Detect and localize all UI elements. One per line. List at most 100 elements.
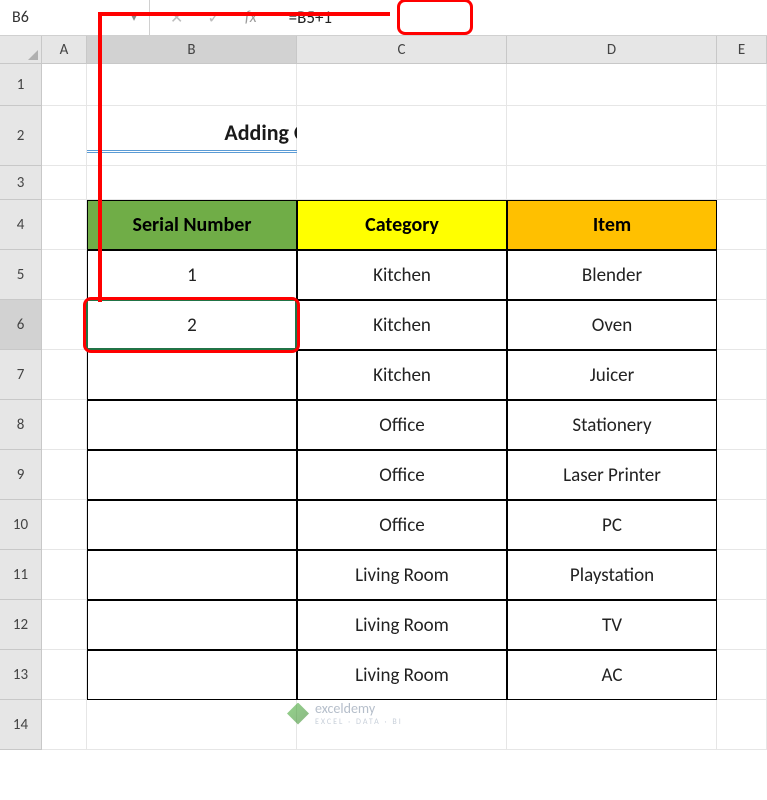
cell-A13[interactable] — [42, 650, 87, 700]
name-box[interactable]: B6 ▾ — [0, 0, 150, 35]
cell-B14[interactable] — [87, 700, 297, 750]
cell-A6[interactable] — [42, 300, 87, 350]
cell-E10[interactable] — [717, 500, 767, 550]
row-header-14[interactable]: 14 — [0, 700, 42, 750]
cell-B5[interactable]: 1 — [87, 250, 297, 300]
name-box-dropdown-icon[interactable]: ▾ — [131, 10, 137, 25]
cell-E7[interactable] — [717, 350, 767, 400]
cell-C3[interactable] — [297, 166, 507, 200]
formula-input[interactable]: =B5+1 — [277, 0, 767, 35]
cell-A2[interactable] — [42, 106, 87, 166]
select-all-triangle[interactable] — [0, 36, 42, 64]
watermark: exceldemy EXCEL · DATA · BI — [287, 700, 403, 727]
cell-A12[interactable] — [42, 600, 87, 650]
cell-A3[interactable] — [42, 166, 87, 200]
row-header-8[interactable]: 8 — [0, 400, 42, 450]
header-category[interactable]: Category — [297, 200, 507, 250]
cell-E12[interactable] — [717, 600, 767, 650]
cell-E13[interactable] — [717, 650, 767, 700]
row-header-3[interactable]: 3 — [0, 166, 42, 200]
cell-E8[interactable] — [717, 400, 767, 450]
row-header-1[interactable]: 1 — [0, 64, 42, 106]
cell-C1[interactable] — [297, 64, 507, 106]
cell-B8[interactable] — [87, 400, 297, 450]
cell-C8[interactable]: Office — [297, 400, 507, 450]
cell-D5[interactable]: Blender — [507, 250, 717, 300]
cell-D9[interactable]: Laser Printer — [507, 450, 717, 500]
cell-A14[interactable] — [42, 700, 87, 750]
cell-B7[interactable] — [87, 350, 297, 400]
cancel-icon[interactable]: ✕ — [170, 8, 183, 28]
cell-C5[interactable]: Kitchen — [297, 250, 507, 300]
cell-E1[interactable] — [717, 64, 767, 106]
row-header-4[interactable]: 4 — [0, 200, 42, 250]
row-header-7[interactable]: 7 — [0, 350, 42, 400]
column-header-d[interactable]: D — [507, 36, 717, 64]
cell-C6[interactable]: Kitchen — [297, 300, 507, 350]
fx-icon[interactable]: fx — [245, 8, 257, 27]
column-headers: ABCDE — [42, 36, 767, 64]
cell-A11[interactable] — [42, 550, 87, 600]
cell-B6[interactable]: 2 — [87, 300, 297, 350]
column-header-e[interactable]: E — [717, 36, 767, 64]
cell-B9[interactable] — [87, 450, 297, 500]
cell-A5[interactable] — [42, 250, 87, 300]
row-header-5[interactable]: 5 — [0, 250, 42, 300]
column-header-a[interactable]: A — [42, 36, 87, 64]
row-header-10[interactable]: 10 — [0, 500, 42, 550]
row-header-9[interactable]: 9 — [0, 450, 42, 500]
header-item[interactable]: Item — [507, 200, 717, 250]
cell-A9[interactable] — [42, 450, 87, 500]
cell-D10[interactable]: PC — [507, 500, 717, 550]
cell-B11[interactable] — [87, 550, 297, 600]
cell-C10[interactable]: Office — [297, 500, 507, 550]
formula-bar-controls: ✕ ✓ fx — [150, 8, 277, 28]
cell-C13[interactable]: Living Room — [297, 650, 507, 700]
cell-C12[interactable]: Living Room — [297, 600, 507, 650]
cell-E6[interactable] — [717, 300, 767, 350]
cell-E11[interactable] — [717, 550, 767, 600]
cells-area[interactable]: Adding One to Increment Row Number Serial… — [42, 64, 767, 750]
accept-icon[interactable]: ✓ — [207, 8, 220, 28]
cell-A1[interactable] — [42, 64, 87, 106]
row-header-11[interactable]: 11 — [0, 550, 42, 600]
cell-B13[interactable] — [87, 650, 297, 700]
cell-D2[interactable] — [507, 106, 717, 166]
cell-B2[interactable]: Adding One to Increment Row Number — [87, 106, 297, 166]
cell-D13[interactable]: AC — [507, 650, 717, 700]
cell-D7[interactable]: Juicer — [507, 350, 717, 400]
cell-A10[interactable] — [42, 500, 87, 550]
cell-D3[interactable] — [507, 166, 717, 200]
cell-B12[interactable] — [87, 600, 297, 650]
column-header-c[interactable]: C — [297, 36, 507, 64]
column-header-b[interactable]: B — [87, 36, 297, 64]
name-box-value: B6 — [12, 8, 29, 27]
cell-D12[interactable]: TV — [507, 600, 717, 650]
cell-D6[interactable]: Oven — [507, 300, 717, 350]
cell-B1[interactable] — [87, 64, 297, 106]
cell-E9[interactable] — [717, 450, 767, 500]
cell-B10[interactable] — [87, 500, 297, 550]
cell-A4[interactable] — [42, 200, 87, 250]
cell-A7[interactable] — [42, 350, 87, 400]
cell-D8[interactable]: Stationery — [507, 400, 717, 450]
cell-D11[interactable]: Playstation — [507, 550, 717, 600]
cell-A8[interactable] — [42, 400, 87, 450]
cell-E14[interactable] — [717, 700, 767, 750]
cell-D14[interactable] — [507, 700, 717, 750]
cell-E5[interactable] — [717, 250, 767, 300]
row-header-13[interactable]: 13 — [0, 650, 42, 700]
cell-E3[interactable] — [717, 166, 767, 200]
cell-C2[interactable] — [297, 106, 507, 166]
cell-E4[interactable] — [717, 200, 767, 250]
cell-B3[interactable] — [87, 166, 297, 200]
cell-C9[interactable]: Office — [297, 450, 507, 500]
cell-C11[interactable]: Living Room — [297, 550, 507, 600]
row-header-6[interactable]: 6 — [0, 300, 42, 350]
header-serial-number[interactable]: Serial Number — [87, 200, 297, 250]
row-header-12[interactable]: 12 — [0, 600, 42, 650]
row-header-2[interactable]: 2 — [0, 106, 42, 166]
cell-E2[interactable] — [717, 106, 767, 166]
cell-D1[interactable] — [507, 64, 717, 106]
cell-C7[interactable]: Kitchen — [297, 350, 507, 400]
